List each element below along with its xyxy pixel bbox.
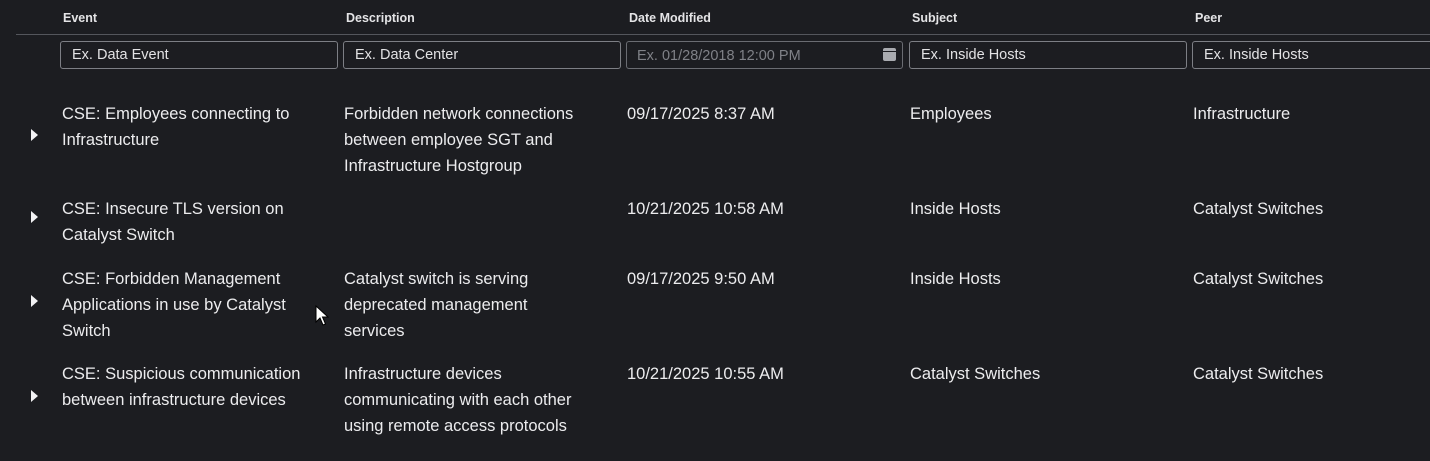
cell-description-line: using remote access protocols <box>344 417 567 435</box>
column-header-description[interactable]: Description <box>346 11 415 25</box>
cell-description-line: Infrastructure Hostgroup <box>344 157 522 175</box>
cell-date: 10/21/2025 10:58 AM <box>627 200 784 218</box>
cell-subject: Inside Hosts <box>910 270 1001 288</box>
cell-event-line: CSE: Forbidden Management <box>62 270 281 288</box>
cell-peer: Catalyst Switches <box>1193 270 1324 288</box>
cell-subject: Inside Hosts <box>910 200 1001 218</box>
cell-description: Infrastructure devices communicating with… <box>344 361 571 439</box>
cell-description-line: services <box>344 322 405 340</box>
date-filter-placeholder: Ex. 01/28/2018 12:00 PM <box>637 48 801 64</box>
cell-event-line: Infrastructure <box>62 131 160 149</box>
column-header-subject[interactable]: Subject <box>912 11 957 25</box>
mouse-cursor-icon <box>315 305 329 326</box>
cell-date: 10/21/2025 10:55 AM <box>627 365 784 383</box>
cell-peer: Infrastructure <box>1193 105 1291 123</box>
cell-subject: Catalyst Switches <box>910 365 1041 383</box>
cell-description-line: between employee SGT and <box>344 131 553 149</box>
cell-event-line: Catalyst Switch <box>62 226 175 244</box>
event-filter-input[interactable] <box>60 41 338 69</box>
peer-filter-input[interactable] <box>1192 41 1430 69</box>
cell-event-line: Switch <box>62 322 111 340</box>
cell-event: CSE: Suspicious communication between inf… <box>62 361 300 413</box>
cell-description-line: Catalyst switch is serving <box>344 270 529 288</box>
cell-event-line: CSE: Insecure TLS version on <box>62 200 284 218</box>
subject-filter-input[interactable] <box>909 41 1187 69</box>
cell-event-line: between infrastructure devices <box>62 391 286 409</box>
cell-event-line: Applications in use by Catalyst <box>62 296 286 314</box>
cell-description: Forbidden network connections between emp… <box>344 101 573 179</box>
expand-row-caret-icon[interactable] <box>31 211 38 223</box>
cell-date: 09/17/2025 9:50 AM <box>627 270 775 288</box>
column-header-event[interactable]: Event <box>63 11 97 25</box>
cell-description: Catalyst switch is serving deprecated man… <box>344 266 528 344</box>
expand-row-caret-icon[interactable] <box>31 390 38 402</box>
cell-description-line: Forbidden network connections <box>344 105 574 123</box>
column-header-peer[interactable]: Peer <box>1195 11 1222 25</box>
cell-subject: Employees <box>910 105 992 123</box>
table-header: Event Description Date Modified Subject … <box>0 0 1430 35</box>
cell-date: 09/17/2025 8:37 AM <box>627 105 775 123</box>
cell-event: CSE: Employees connecting to Infrastructu… <box>62 101 289 153</box>
cell-description-line: communicating with each other <box>344 391 572 409</box>
date-filter-input[interactable]: Ex. 01/28/2018 12:00 PM <box>626 41 903 69</box>
header-divider-gap <box>0 34 16 35</box>
cell-event: CSE: Forbidden Management Applications in… <box>62 266 286 344</box>
cell-event-line: CSE: Suspicious communication <box>62 365 301 383</box>
column-header-date-modified[interactable]: Date Modified <box>629 11 711 25</box>
description-filter-input[interactable] <box>343 41 621 69</box>
calendar-icon[interactable] <box>883 48 896 61</box>
cell-description-line: deprecated management <box>344 296 528 314</box>
cell-peer: Catalyst Switches <box>1193 365 1324 383</box>
cell-event-line: CSE: Employees connecting to <box>62 105 290 123</box>
cell-description-line: Infrastructure devices <box>344 365 502 383</box>
expand-row-caret-icon[interactable] <box>31 129 38 141</box>
cell-event: CSE: Insecure TLS version on Catalyst Swi… <box>62 196 284 248</box>
cell-peer: Catalyst Switches <box>1193 200 1324 218</box>
expand-row-caret-icon[interactable] <box>31 295 38 307</box>
